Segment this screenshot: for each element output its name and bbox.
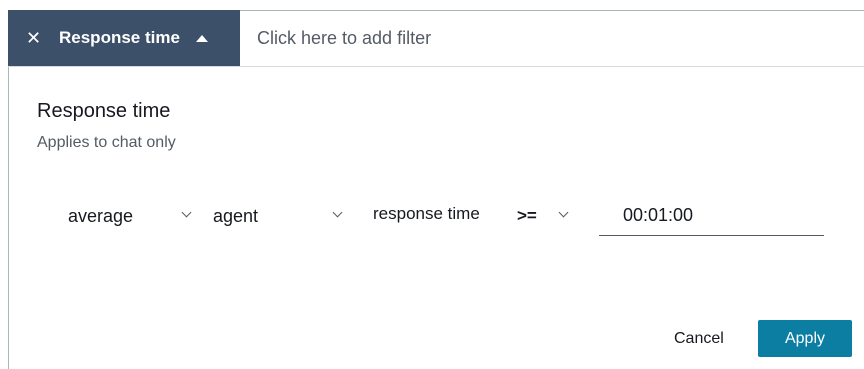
role-select-value: agent <box>213 205 259 226</box>
condition-row: average agent response time >= <box>0 196 864 236</box>
aggregate-select-value: average <box>68 205 134 226</box>
role-select[interactable]: agent <box>213 198 348 234</box>
add-filter-input[interactable] <box>240 10 864 66</box>
operator-select[interactable]: >= <box>517 198 572 234</box>
operator-select-value: >= <box>517 206 537 225</box>
caret-up-icon[interactable] <box>195 34 208 42</box>
filter-token-label: Response time <box>59 28 180 47</box>
chevron-down-icon <box>558 207 569 218</box>
filter-bar: ✕ Response time <box>8 10 864 67</box>
cancel-button[interactable]: Cancel <box>668 326 730 352</box>
chevron-down-icon <box>332 207 343 218</box>
metric-label: response time <box>373 204 480 223</box>
panel-subtitle: Applies to chat only <box>37 134 176 151</box>
panel-title: Response time <box>37 100 171 122</box>
chevron-down-icon <box>181 207 192 218</box>
aggregate-select[interactable]: average <box>68 198 198 234</box>
close-icon[interactable]: ✕ <box>26 29 41 47</box>
filter-token-response-time[interactable]: ✕ Response time <box>8 10 240 66</box>
apply-button[interactable]: Apply <box>758 320 852 357</box>
time-value-input[interactable] <box>599 196 824 236</box>
